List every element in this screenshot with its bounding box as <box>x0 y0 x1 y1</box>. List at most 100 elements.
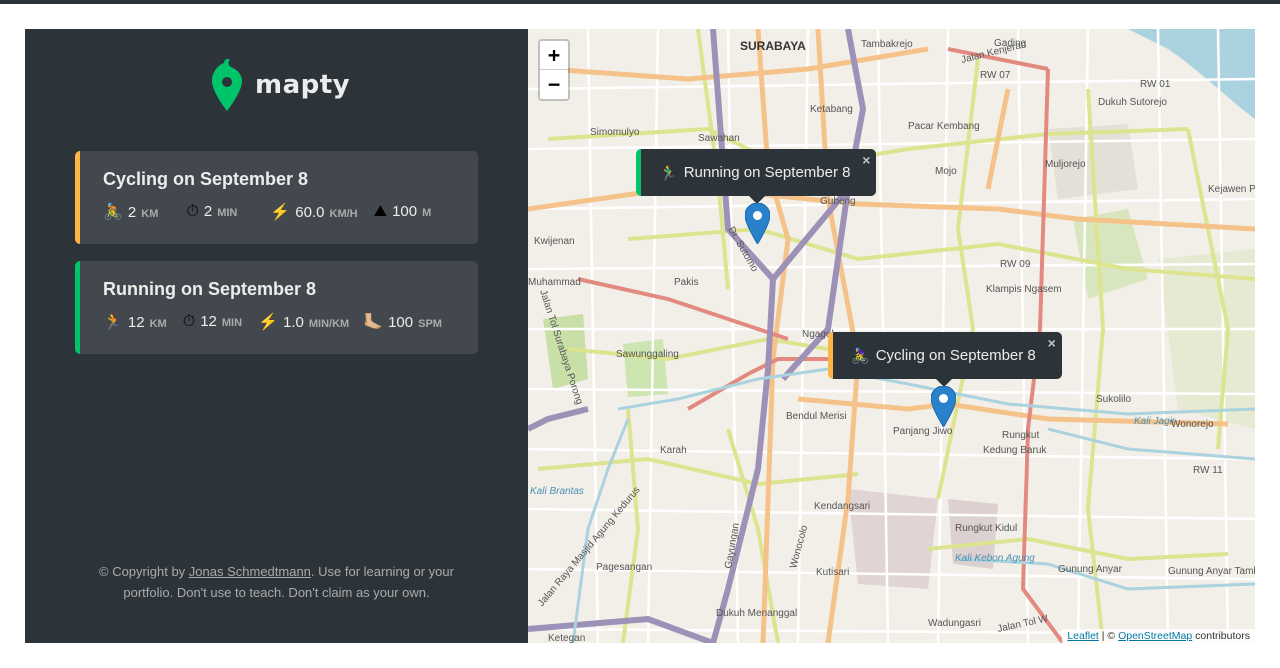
map-label: Sawunggaling <box>616 349 679 360</box>
map-label: Dukuh Menanggal <box>716 608 797 619</box>
duration-value: 12 <box>200 313 217 330</box>
workout-title: Running on September 8 <box>103 279 317 299</box>
attribution-suffix: contributors <box>1192 630 1250 642</box>
map-label: Pakis <box>674 277 698 288</box>
duration-value: 2 <box>203 203 213 220</box>
workout-card-cycling[interactable]: Cycling on September 8 🚴 2 km ⏱ 2 min ⚡️ <box>75 151 478 244</box>
runner-icon: 🏃 <box>103 311 123 331</box>
distance-unit: km <box>149 317 167 330</box>
workout-details: 🏃 12 km ⏱ 12 min ⚡️ 1.0 min/km <box>103 310 478 332</box>
map-label: Rungkut <box>1002 430 1039 441</box>
cadence-value: 100 <box>388 313 414 331</box>
location-marker-icon[interactable] <box>745 203 770 244</box>
cycling-popup[interactable]: 🚴‍♀️ Cycling on September 8 × <box>828 332 1062 387</box>
elevation-detail: ⛰ 100 m <box>374 201 432 221</box>
speed-value: 60.0 <box>295 203 325 221</box>
attribution-separator: | © <box>1098 630 1119 642</box>
lightning-icon: ⚡️ <box>270 201 291 221</box>
popup-text: Running on September 8 <box>683 164 851 181</box>
map-label: Pacar Kembang <box>908 121 980 132</box>
map-label: Sukolilo <box>1096 394 1131 405</box>
map-label: Kutisari <box>816 567 849 578</box>
map-label: Muhammad <box>528 277 581 288</box>
stopwatch-icon: ⏱ <box>186 201 199 220</box>
speed-detail: ⚡️ 60.0 km/h <box>270 202 357 221</box>
openstreetmap-link[interactable]: OpenStreetMap <box>1118 630 1192 642</box>
running-popup[interactable]: 🏃‍♂️ Running on September 8 × <box>636 149 877 204</box>
map-label: Jalan Raya Masjid Agung Kedurus <box>536 485 643 609</box>
distance-unit: km <box>141 207 159 220</box>
bicycle-icon: 🚴 <box>103 201 123 221</box>
pace-detail: ⚡️ 1.0 min/km <box>258 312 349 331</box>
map-label: RW 11 <box>1193 465 1223 476</box>
map-label: Pagesangan <box>596 562 652 573</box>
zoom-control: + − <box>538 39 570 101</box>
duration-detail: ⏱ 2 min <box>186 201 237 221</box>
map-label: Tambakrejo <box>861 39 913 50</box>
distance-detail: 🚴 2 km <box>103 202 158 221</box>
map-label: Muljorejo <box>1045 159 1086 170</box>
logo: mapty <box>212 59 350 111</box>
mountain-icon: ⛰ <box>373 201 388 220</box>
zoom-out-button[interactable]: − <box>540 70 568 99</box>
distance-value: 2 <box>127 203 137 221</box>
copyright-notice: © Copyright by Jonas Schmedtmann. Use fo… <box>75 561 478 603</box>
leaflet-link[interactable]: Leaflet <box>1067 630 1099 642</box>
footprint-icon: 🦶🏼 <box>363 311 384 331</box>
map-label: Bendul Merisi <box>786 411 847 422</box>
pace-unit: min/km <box>308 317 350 330</box>
map-label: Ketabang <box>810 104 853 115</box>
map-label: Wadungasri <box>928 618 981 629</box>
workout-card-running[interactable]: Running on September 8 🏃 12 km ⏱ 12 min … <box>75 261 478 354</box>
map[interactable]: SURABAYA Tambakrejo Gading Jalan Kenjera… <box>528 29 1255 643</box>
map-label: SURABAYA <box>740 39 806 53</box>
duration-unit: min <box>217 207 238 219</box>
map-label: Panjang Jiwo <box>893 426 953 437</box>
map-label: Kejawen Putih Tamb <box>1208 184 1255 195</box>
cadence-unit: spm <box>418 317 442 330</box>
map-label: Gubeng <box>820 196 856 207</box>
map-label: Kali Kebon Agung <box>955 553 1035 564</box>
map-label: RW 01 <box>1140 79 1171 90</box>
map-label: RW 07 <box>980 70 1011 81</box>
elevation-value: 100 <box>392 203 418 220</box>
map-label: Kali Brantas <box>530 486 584 497</box>
runner-icon: 🏃‍♂️ <box>659 164 678 182</box>
map-label: Kwijenan <box>534 236 575 247</box>
author-link[interactable]: Jonas Schmedtmann <box>189 564 311 579</box>
duration-detail: ⏱ 12 min <box>183 311 242 331</box>
map-label: Karah <box>660 445 687 456</box>
map-label: Kendangsari <box>814 501 870 512</box>
map-label: Gunung Anyar Tambak <box>1168 566 1255 577</box>
map-label: Kali Jagir <box>1134 416 1176 427</box>
window-top-strip <box>0 0 1280 4</box>
map-label: Sawahan <box>698 133 740 144</box>
map-label: Kedung Baruk <box>983 445 1047 456</box>
map-label: Wonocolo <box>788 524 810 570</box>
map-label: Rungkut Kidul <box>955 523 1017 534</box>
location-marker-icon[interactable] <box>931 386 956 427</box>
map-label: Mojo <box>935 166 957 177</box>
workouts-list: Cycling on September 8 🚴 2 km ⏱ 2 min ⚡️ <box>75 151 478 371</box>
map-pin-logo-icon <box>212 59 242 111</box>
map-label: Ketegan <box>548 633 585 643</box>
map-label: RW 09 <box>1000 259 1031 270</box>
popup-close-button[interactable]: × <box>1048 335 1056 351</box>
duration-unit: min <box>221 317 243 329</box>
map-label: Klampis Ngasem <box>986 284 1062 295</box>
distance-detail: 🏃 12 km <box>103 312 167 331</box>
cadence-detail: 🦶🏼 100 spm <box>363 312 442 331</box>
popup-close-button[interactable]: × <box>862 152 870 168</box>
workout-details: 🚴 2 km ⏱ 2 min ⚡️ 60.0 km/h <box>103 200 478 222</box>
lightning-icon: ⚡️ <box>258 311 278 331</box>
copyright-prefix: © Copyright by <box>99 564 189 579</box>
zoom-in-button[interactable]: + <box>540 41 568 70</box>
pace-value: 1.0 <box>282 313 304 331</box>
elevation-unit: m <box>422 207 432 219</box>
workout-title: Cycling on September 8 <box>103 169 309 189</box>
map-label: Dukuh Sutorejo <box>1098 97 1167 108</box>
distance-value: 12 <box>127 313 145 331</box>
stopwatch-icon: ⏱ <box>182 311 196 330</box>
park-area <box>623 339 668 397</box>
speed-unit: km/h <box>329 207 358 220</box>
